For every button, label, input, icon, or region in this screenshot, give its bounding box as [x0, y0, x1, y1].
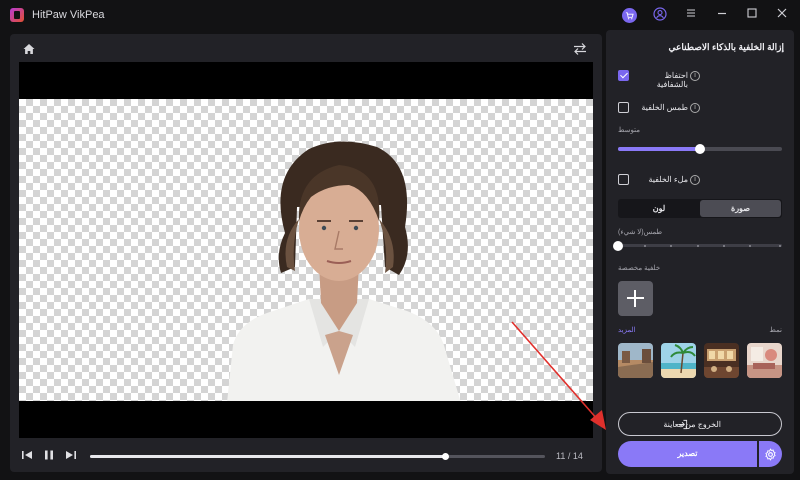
export-button[interactable]: تصدير	[618, 441, 757, 467]
blur-background-label: طمس الخلفية	[641, 103, 688, 112]
swap-icon[interactable]	[572, 42, 588, 58]
blur-level-handle[interactable]	[695, 144, 705, 154]
info-icon[interactable]: i	[690, 175, 700, 185]
playback-progress-fill	[90, 455, 445, 458]
preview-panel: 11 / 14	[10, 34, 602, 472]
next-frame-icon[interactable]	[64, 448, 80, 464]
street-preset[interactable]	[618, 343, 653, 378]
blur-level-slider[interactable]	[618, 144, 782, 154]
beach-preset[interactable]	[661, 343, 696, 378]
slider-tick	[670, 245, 673, 247]
playback-progress-slider[interactable]	[90, 453, 545, 460]
frame-counter: 11 / 14	[556, 451, 583, 461]
cafe-preset[interactable]	[704, 343, 739, 378]
keep-transparency-label: احتفاظ بالشفافية	[656, 71, 688, 89]
keep-transparency-checkbox[interactable]	[618, 70, 629, 81]
fill-type-tabs: لون صورة	[618, 199, 782, 218]
playback-controls: 11 / 14	[10, 444, 602, 470]
previous-frame-icon[interactable]	[20, 448, 36, 464]
playback-progress-handle[interactable]	[441, 453, 449, 460]
blur-level-fill	[618, 147, 700, 151]
tab-color[interactable]: لون	[619, 200, 699, 217]
blur-background-checkbox[interactable]	[618, 102, 629, 113]
fill-background-checkbox[interactable]	[618, 174, 629, 185]
slider-tick	[749, 245, 752, 247]
blur-level-label: متوسط	[618, 127, 640, 134]
menu-icon[interactable]	[683, 7, 699, 23]
video-canvas	[19, 62, 593, 438]
cart-icon[interactable]	[622, 8, 637, 23]
keep-transparency-row[interactable]: احتفاظ بالشفافية i	[606, 68, 794, 89]
blur-strength-handle[interactable]	[613, 241, 623, 251]
app-title: HitPaw VikPea	[32, 9, 105, 21]
gear-icon	[765, 448, 776, 461]
slider-tick	[722, 245, 725, 247]
blur-strength-label: طمس(لا شيء)	[618, 229, 663, 236]
export-settings-button[interactable]	[759, 441, 782, 467]
info-icon[interactable]: i	[690, 103, 700, 113]
person-cutout	[227, 141, 461, 401]
more-link[interactable]: المزيد	[618, 326, 636, 334]
custom-background-label: خلفية مخصصة	[618, 265, 661, 272]
home-icon[interactable]	[22, 42, 38, 58]
fill-background-label: ملء الخلفية	[648, 175, 688, 184]
style-label: نمط	[769, 327, 782, 334]
interior-preset[interactable]	[747, 343, 782, 378]
close-icon[interactable]	[774, 7, 790, 23]
tab-image[interactable]: صورة	[700, 200, 781, 217]
transparent-background	[19, 99, 593, 401]
add-custom-background-button[interactable]	[618, 281, 653, 316]
background-removal-panel: إزالة الخلفية بالذكاء الاصطناعي احتفاظ ب…	[606, 30, 794, 474]
exit-preview-label: الخروج من معاينة	[663, 420, 721, 429]
panel-title: إزالة الخلفية بالذكاء الاصطناعي	[668, 42, 784, 52]
blur-strength-slider[interactable]	[613, 241, 782, 251]
info-icon[interactable]: i	[690, 71, 700, 81]
slider-tick	[644, 245, 647, 247]
exit-preview-button[interactable]: الخروج من معاينة	[618, 412, 782, 436]
blur-background-row[interactable]: طمس الخلفية i	[606, 100, 794, 116]
slider-tick	[778, 245, 781, 247]
fill-background-row[interactable]: ملء الخلفية i	[606, 172, 794, 188]
slider-tick	[696, 245, 699, 247]
pause-icon[interactable]	[42, 448, 58, 464]
app-logo-icon	[10, 8, 24, 22]
minimize-icon[interactable]	[714, 7, 730, 23]
maximize-icon[interactable]	[744, 7, 760, 23]
user-icon[interactable]	[652, 7, 668, 23]
title-bar: HitPaw VikPea	[0, 0, 800, 30]
